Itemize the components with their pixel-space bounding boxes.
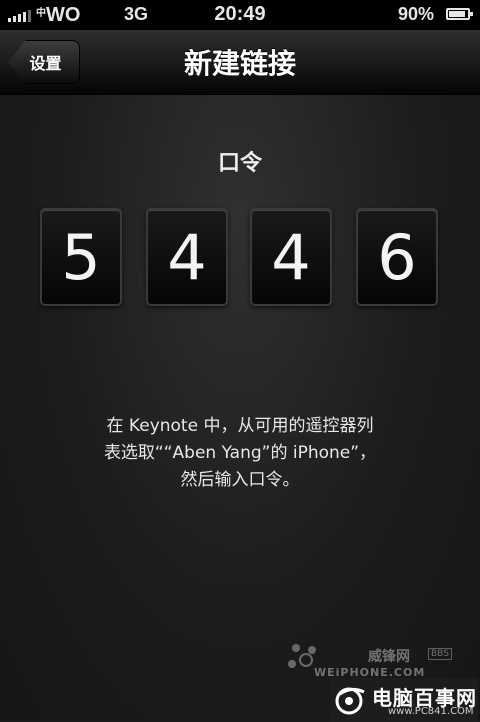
main-content: 口令 5 4 4 6 在 Keynote 中，从可用的遥控器列 表选取““Abe…	[0, 95, 480, 722]
instruction-line: 表选取““Aben Yang”的 iPhone”，	[103, 443, 377, 463]
status-bar: 中WO 3G 20:49 90%	[0, 0, 480, 30]
passcode-digit: 5	[40, 208, 122, 306]
pc841-en-label: www.PC841.COM	[388, 706, 474, 717]
battery-percentage: 90%	[398, 4, 435, 24]
pc841-watermark: 电脑百事网 www.PC841.COM	[330, 678, 478, 722]
passcode-digit: 4	[146, 208, 228, 306]
page-title: 新建链接	[183, 47, 296, 80]
navigation-bar: 设置 新建链接	[0, 30, 480, 95]
instruction-line: 在 Keynote 中，从可用的遥控器列	[106, 416, 374, 436]
passcode-label: 口令	[217, 151, 262, 176]
passcode-digit: 4	[250, 208, 332, 306]
instruction-text: 在 Keynote 中，从可用的遥控器列 表选取““Aben Yang”的 iP…	[40, 413, 440, 494]
passcode-digits: 5 4 4 6	[40, 208, 440, 306]
battery-fill	[449, 11, 465, 17]
passcode-digit: 6	[356, 208, 438, 306]
weiphone-watermark: 威锋网 BBS WEiPHONE.COM	[286, 640, 466, 680]
pc841-logo-icon	[335, 687, 365, 715]
weiphone-cn-label: 威锋网	[368, 649, 410, 665]
instruction-line: 然后输入口令。	[180, 470, 300, 490]
battery-icon	[446, 8, 473, 20]
weiphone-bbs-label: BBS	[428, 648, 452, 660]
